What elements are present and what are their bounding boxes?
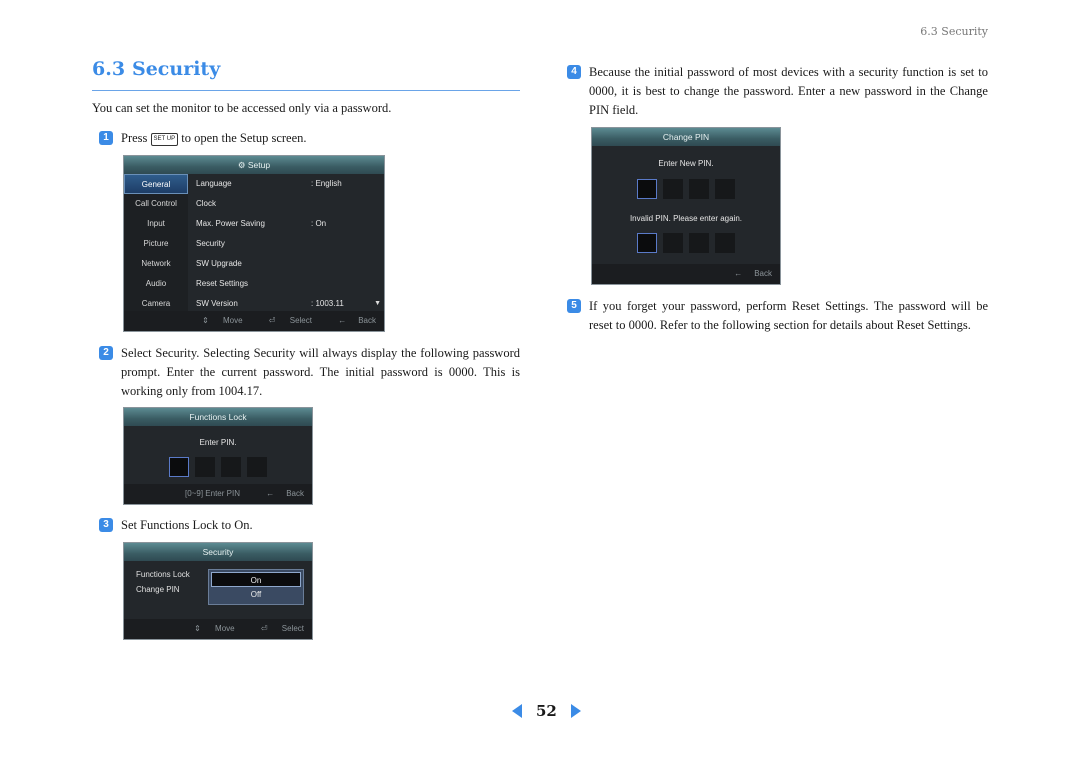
setup-screen: ⚙ Setup General Call Control Input Pictu… <box>123 155 385 332</box>
osd-title-bar: ⚙ Setup <box>124 156 384 174</box>
menu-row-security[interactable]: Security <box>196 234 374 254</box>
functions-lock-dropdown[interactable]: On Off <box>208 569 304 605</box>
option-off[interactable]: Off <box>209 587 303 602</box>
back-hint: ← Back <box>266 489 304 498</box>
sidebar-item-audio[interactable]: Audio <box>124 274 188 294</box>
back-arrow-icon: ← <box>338 316 347 325</box>
sidebar-item-network[interactable]: Network <box>124 254 188 274</box>
step-text: Set Functions Lock to On. <box>121 518 253 532</box>
osd-footer: ⇕ Move ⏎ Select ←Back <box>124 311 384 331</box>
step-5: 5 If you forget your password, perform R… <box>567 297 988 357</box>
gear-icon: ⚙ <box>237 160 246 170</box>
back-hint: ← Back <box>338 316 376 325</box>
osd-title: Security <box>124 543 312 561</box>
intro-paragraph: You can set the monitor to be accessed o… <box>92 101 392 115</box>
enter-icon: ⏎ <box>260 624 268 633</box>
up-down-icon: ⇕ <box>194 624 201 633</box>
step-1: 1 Press SET UP to open the Setup screen. <box>99 129 519 149</box>
step-number-badge: 3 <box>99 518 113 532</box>
pin-digit-field[interactable] <box>637 233 657 253</box>
enter-icon: ⏎ <box>268 316 276 325</box>
move-hint: ⇕ Move <box>202 316 243 325</box>
section-title: 6.3 Security <box>92 58 220 80</box>
step-text: If you forget your password, perform Res… <box>589 299 988 332</box>
new-pin-input-group[interactable] <box>592 179 780 199</box>
menu-row-max-power-saving[interactable]: Max. Power Saving: On <box>196 214 374 234</box>
step-text: Press <box>121 131 148 145</box>
select-hint: ⏎ Select <box>268 316 312 325</box>
sidebar-item-general[interactable]: General <box>124 174 188 194</box>
step-number-badge: 5 <box>567 299 581 313</box>
move-hint: ⇕ Move <box>194 624 235 633</box>
option-on[interactable]: On <box>211 572 301 587</box>
step-number-badge: 4 <box>567 65 581 79</box>
osd-title: Setup <box>247 160 271 170</box>
pin-digit-field[interactable] <box>637 179 657 199</box>
osd-footer: ← Back <box>592 264 780 284</box>
menu-row-clock[interactable]: Clock <box>196 194 374 214</box>
page-number: 52 <box>536 702 557 720</box>
page-navigation: 52 <box>512 702 581 720</box>
section-title-text: Security <box>132 58 221 80</box>
pin-prompt: Enter PIN. <box>199 438 237 447</box>
pin-digit-field[interactable] <box>689 179 709 199</box>
step-text: to open the Setup screen. <box>181 131 307 145</box>
sidebar-item-picture[interactable]: Picture <box>124 234 188 254</box>
step-2: 2 Select Security. Selecting Security wi… <box>99 344 520 404</box>
pin-digit-field[interactable] <box>169 457 189 477</box>
pin-error-message: Invalid PIN. Please enter again. <box>629 214 743 223</box>
menu-row-reset-settings[interactable]: Reset Settings <box>196 274 374 294</box>
sidebar-item-call-control[interactable]: Call Control <box>124 194 188 214</box>
functions-lock-screen: Functions Lock Enter PIN. [0~9] Enter PI… <box>123 407 313 505</box>
step-text: Because the initial password of most dev… <box>589 65 988 117</box>
enter-pin-hint: [0~9] Enter PIN <box>185 489 240 498</box>
pin-digit-field[interactable] <box>715 233 735 253</box>
osd-footer: [0~9] Enter PIN ← Back <box>124 484 312 504</box>
pin-digit-field[interactable] <box>689 233 709 253</box>
step-3: 3 Set Functions Lock to On. <box>99 516 519 536</box>
osd-title: Functions Lock <box>124 408 312 426</box>
pin-digit-field[interactable] <box>663 233 683 253</box>
title-divider <box>92 90 520 91</box>
menu-row-language[interactable]: Language: English <box>196 174 374 194</box>
change-pin-screen: Change PIN Enter New PIN. Invalid PIN. P… <box>591 127 781 285</box>
pin-digit-field[interactable] <box>663 179 683 199</box>
up-down-icon: ⇕ <box>202 316 209 325</box>
pin-digit-field[interactable] <box>195 457 215 477</box>
pin-digit-field[interactable] <box>221 457 241 477</box>
new-pin-prompt: Enter New PIN. <box>658 159 714 168</box>
setup-menu: Language: English Clock Max. Power Savin… <box>196 174 374 314</box>
step-4: 4 Because the initial password of most d… <box>567 63 988 123</box>
back-arrow-icon: ← <box>734 269 743 278</box>
pin-digit-field[interactable] <box>247 457 267 477</box>
step-number-badge: 1 <box>99 131 113 145</box>
pin-input-group[interactable] <box>124 457 312 477</box>
running-header: 6.3 Security <box>920 25 988 38</box>
select-hint: ⏎ Select <box>260 624 304 633</box>
scroll-down-icon[interactable]: ▼ <box>374 300 381 307</box>
osd-title: Change PIN <box>592 128 780 146</box>
back-arrow-icon: ← <box>266 489 275 498</box>
menu-row-sw-upgrade[interactable]: SW Upgrade <box>196 254 374 274</box>
section-number: 6.3 <box>92 58 126 80</box>
step-number-badge: 2 <box>99 346 113 360</box>
step-text: Select Security. Selecting Security will… <box>121 346 520 398</box>
functions-lock-label[interactable]: Functions Lock <box>136 570 190 579</box>
previous-page-icon[interactable] <box>512 704 522 718</box>
security-screen: Security Functions Lock Change PIN On Of… <box>123 542 313 640</box>
setup-sidebar: General Call Control Input Picture Netwo… <box>124 174 188 311</box>
setup-key-icon: SET UP <box>150 133 179 146</box>
pin-digit-field[interactable] <box>715 179 735 199</box>
back-hint: ← Back <box>734 269 772 278</box>
next-page-icon[interactable] <box>570 704 581 718</box>
sidebar-item-input[interactable]: Input <box>124 214 188 234</box>
osd-footer: ⇕ Move ⏎ Select ←Back <box>124 619 312 639</box>
change-pin-label[interactable]: Change PIN <box>136 585 180 594</box>
confirm-pin-input-group[interactable] <box>592 233 780 253</box>
